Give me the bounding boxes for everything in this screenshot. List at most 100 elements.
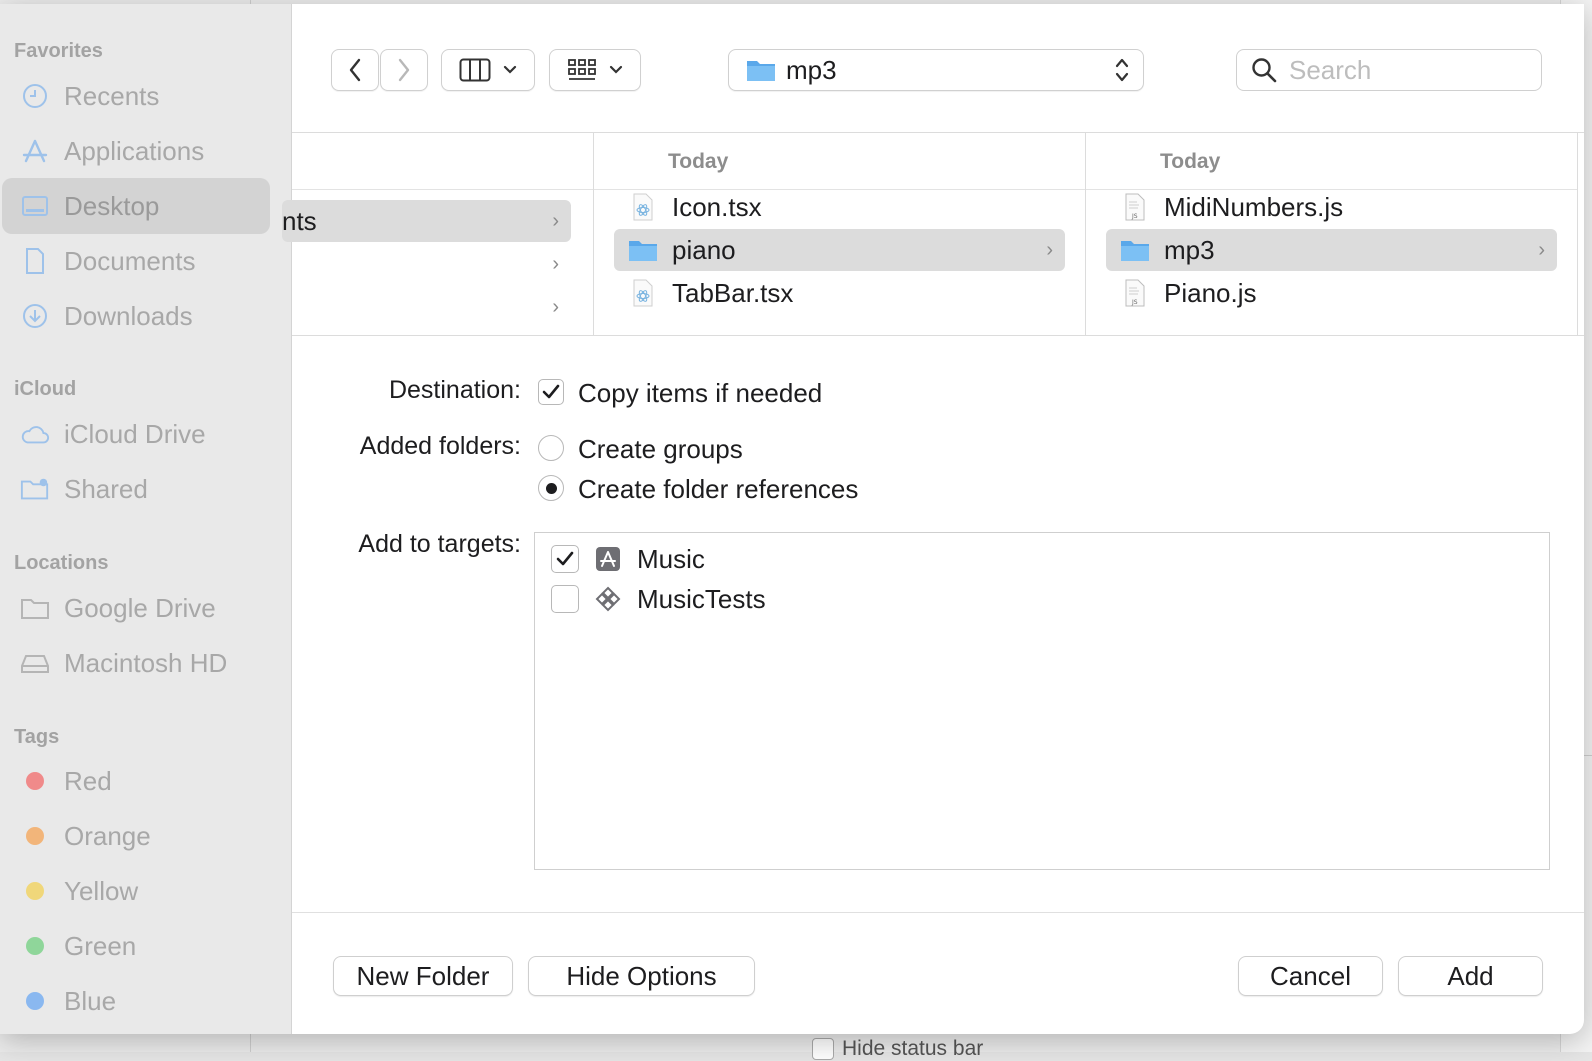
view-mode-button[interactable] — [441, 49, 535, 91]
chevron-right-icon: › — [552, 209, 559, 232]
copy-items-checkbox[interactable] — [538, 379, 564, 405]
browser-row-name: Piano.js — [1164, 277, 1257, 308]
sidebar: Favorites Recents Applications Desktop D… — [0, 4, 292, 1034]
browser-row-name: piano — [672, 234, 736, 265]
disk-icon — [20, 648, 50, 678]
browser-column-1: nts › › › — [282, 133, 594, 335]
browser-row-name: TabBar.tsx — [672, 277, 794, 308]
up-down-chevron-icon — [1115, 58, 1129, 82]
sidebar-item-label: Yellow — [64, 875, 139, 906]
checkmark-icon — [542, 384, 560, 399]
sidebar-item-downloads[interactable]: Downloads — [2, 288, 270, 344]
column-header: Today — [594, 133, 1085, 190]
react-file-icon — [628, 278, 658, 308]
browser-row[interactable]: JS Piano.js — [1106, 272, 1557, 314]
tag-blue-dot-icon — [26, 992, 44, 1010]
sidebar-item-label: Applications — [64, 135, 205, 166]
sidebar-item-desktop[interactable]: Desktop — [2, 178, 270, 234]
sidebar-tag-yellow[interactable]: Yellow — [2, 863, 270, 919]
grid-icon — [568, 59, 596, 80]
browser-column-2: Today Icon.tsx piano › TabBar.tsx — [594, 133, 1086, 335]
target-checkbox[interactable] — [551, 585, 579, 613]
browser-row[interactable]: › — [282, 243, 571, 285]
create-groups-label: Create groups — [578, 434, 743, 464]
sidebar-item-macintosh-hd[interactable]: Macintosh HD — [2, 635, 270, 691]
create-groups-radio[interactable] — [538, 435, 564, 461]
hide-options-button[interactable]: Hide Options — [528, 956, 755, 996]
sidebar-section-tags: Tags — [14, 726, 60, 748]
js-file-icon: JS — [1120, 192, 1150, 222]
sidebar-section-icloud: iCloud — [14, 378, 77, 400]
sidebar-item-label: Green — [64, 930, 137, 961]
sidebar-item-icloud-drive[interactable]: iCloud Drive — [2, 406, 270, 462]
sidebar-tag-orange[interactable]: Orange — [2, 808, 270, 864]
sidebar-item-label: Blue — [64, 985, 117, 1016]
sidebar-tag-red[interactable]: Red — [2, 753, 270, 809]
sidebar-tag-green[interactable]: Green — [2, 918, 270, 974]
browser-row[interactable]: JS MidiNumbers.js — [1106, 186, 1557, 228]
svg-text:JS: JS — [1131, 299, 1138, 306]
search-field[interactable] — [1236, 49, 1542, 91]
app-target-icon — [595, 546, 621, 572]
browser-row[interactable]: TabBar.tsx — [614, 272, 1065, 314]
target-name: MusicTests — [637, 583, 766, 614]
sidebar-item-label: Documents — [64, 245, 196, 276]
browser-row[interactable]: piano › — [614, 229, 1065, 271]
chevron-right-icon — [398, 58, 410, 82]
sidebar-section-locations: Locations — [14, 552, 109, 574]
folder-icon — [628, 235, 658, 265]
chevron-down-icon — [609, 65, 623, 74]
targets-list: Music MusicTests — [534, 532, 1550, 870]
sidebar-item-label: Macintosh HD — [64, 647, 228, 678]
sidebar-tag-blue[interactable]: Blue — [2, 973, 270, 1029]
target-row-music[interactable]: Music — [551, 539, 705, 579]
browser-row-name: MidiNumbers.js — [1164, 191, 1344, 222]
sidebar-item-label: Shared — [64, 473, 148, 504]
new-folder-button[interactable]: New Folder — [333, 956, 513, 996]
chevron-right-icon: › — [552, 295, 559, 318]
clock-icon — [20, 81, 50, 111]
search-input[interactable] — [1287, 53, 1521, 87]
added-folders-label: Added folders: — [359, 432, 521, 460]
browser-row[interactable]: nts › — [282, 200, 571, 242]
sidebar-item-applications[interactable]: Applications — [2, 123, 270, 179]
sidebar-item-recents[interactable]: Recents — [2, 68, 270, 124]
back-button[interactable] — [331, 49, 379, 91]
browser-row[interactable]: mp3 › — [1106, 229, 1557, 271]
column-header — [292, 133, 593, 190]
folder-icon — [746, 58, 776, 82]
browser-row[interactable]: › — [282, 286, 571, 328]
sidebar-item-documents[interactable]: Documents — [2, 233, 270, 289]
browser-row[interactable]: Icon.tsx — [614, 186, 1065, 228]
column-header-label: Today — [668, 150, 729, 173]
react-file-icon — [628, 192, 658, 222]
chevron-right-icon: › — [552, 252, 559, 275]
forward-button[interactable] — [380, 49, 428, 91]
open-file-dialog: Favorites Recents Applications Desktop D… — [0, 4, 1584, 1034]
sidebar-item-google-drive[interactable]: Google Drive — [2, 580, 270, 636]
columns-view-icon — [459, 58, 491, 82]
test-target-icon — [595, 586, 621, 612]
path-popup[interactable]: mp3 — [728, 49, 1144, 91]
shared-folder-icon — [20, 474, 50, 504]
cancel-button[interactable]: Cancel — [1238, 956, 1383, 996]
browser-column-3: Today JS MidiNumbers.js mp3 › JS Piano.j… — [1086, 133, 1578, 335]
browser-row-name: Icon.tsx — [672, 191, 762, 222]
sidebar-item-label: Recents — [64, 80, 160, 111]
add-button[interactable]: Add — [1398, 956, 1543, 996]
chevron-down-icon — [503, 65, 517, 74]
chevron-right-icon: › — [1538, 238, 1545, 261]
create-folder-references-label: Create folder references — [578, 474, 859, 504]
sidebar-item-shared[interactable]: Shared — [2, 461, 270, 517]
tag-yellow-dot-icon — [26, 882, 44, 900]
create-folder-references-radio[interactable] — [538, 475, 564, 501]
target-checkbox[interactable] — [551, 545, 579, 573]
target-row-musictests[interactable]: MusicTests — [551, 579, 766, 619]
background-hide-status-bar-option: Hide status bar — [812, 1037, 983, 1061]
sidebar-item-label: Google Drive — [64, 592, 216, 623]
checkmark-icon — [556, 551, 574, 566]
search-icon — [1252, 58, 1277, 83]
destination-label: Destination: — [388, 376, 521, 404]
column-header-label: Today — [1160, 150, 1221, 173]
group-by-button[interactable] — [549, 49, 641, 91]
